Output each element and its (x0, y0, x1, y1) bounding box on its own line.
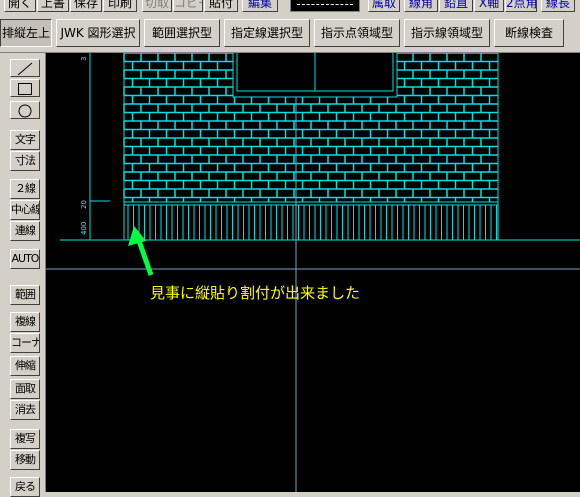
main-toolbar: 開く 上書 保存 印刷 切取 コピー 貼付 編集 属取 線角 鉛直 X軸 2点角… (0, 0, 580, 14)
open-button[interactable]: 開く (4, 0, 36, 12)
line-type-selector[interactable] (290, 0, 360, 12)
dimension-label-3: 3 (80, 56, 88, 61)
copy-button[interactable]: コピー (173, 0, 203, 12)
two-point-angle-button[interactable]: 2点角 (505, 0, 537, 12)
rectangle-icon (18, 83, 32, 95)
left-tool-palette: 文字 寸法 ２線 中心線 連線 AUTO 範囲 複線 コーナー 伸縮 面取 消去… (0, 53, 46, 497)
auto-mode-button[interactable]: AUTO (10, 249, 40, 269)
double-line-tool-button[interactable]: ２線 (10, 179, 40, 199)
stretch-tool-button[interactable]: 伸縮 (10, 356, 40, 376)
jwk-shape-select-button[interactable]: JWK 図形選択 (56, 19, 140, 47)
range-tool-button[interactable]: 範囲 (10, 285, 40, 305)
point-area-type-button[interactable]: 指示点領域型 (314, 19, 400, 47)
dimension-label-400: 400 (80, 221, 88, 235)
dimension-tool-button[interactable]: 寸法 (10, 151, 40, 171)
line-area-type-button[interactable]: 指示線領域型 (404, 19, 490, 47)
text-tool-button[interactable]: 文字 (10, 130, 40, 150)
line-length-button[interactable]: 線長 (541, 0, 575, 12)
line-icon (17, 62, 33, 76)
vertical-tile-band (123, 201, 499, 241)
circle-icon (18, 104, 32, 118)
cut-button[interactable]: 切取 (142, 0, 172, 12)
vertical-button[interactable]: 鉛直 (439, 0, 473, 12)
corner-tool-button[interactable]: コーナー (10, 333, 40, 353)
dashed-line-icon (297, 4, 353, 5)
line-tool-button[interactable] (10, 59, 40, 77)
dimension-label-20: 20 (80, 200, 88, 209)
edit-button[interactable]: 編集 (242, 0, 278, 12)
center-line-tool-button[interactable]: 中心線 (10, 200, 40, 220)
attribute-get-button[interactable]: 属取 (368, 0, 400, 12)
line-angle-button[interactable]: 線角 (404, 0, 438, 12)
cad-drawing (46, 53, 580, 492)
window-frame (232, 53, 398, 98)
pointer-arrow (128, 226, 154, 276)
erase-tool-button[interactable]: 消去 (10, 400, 40, 420)
vertical-left-top-button[interactable]: 排縦左上 (0, 19, 52, 47)
rectangle-tool-button[interactable] (10, 79, 40, 97)
specified-line-select-type-button[interactable]: 指定線選択型 (224, 19, 310, 47)
undo-tool-button[interactable]: 戻る (10, 477, 40, 497)
save-button[interactable]: 保存 (70, 0, 102, 12)
selection-toolbar: 排縦左上 JWK 図形選択 範囲選択型 指定線選択型 指示点領域型 指示線領域型… (0, 15, 580, 53)
overwrite-button[interactable]: 上書 (37, 0, 69, 12)
range-select-type-button[interactable]: 範囲選択型 (144, 19, 220, 47)
paste-button[interactable]: 貼付 (204, 0, 238, 12)
move-tool-button[interactable]: 移動 (10, 450, 40, 470)
break-line-check-button[interactable]: 断線検査 (494, 19, 564, 47)
offset-line-tool-button[interactable]: 複線 (10, 312, 40, 332)
circle-tool-button[interactable] (10, 101, 40, 119)
drawing-canvas[interactable]: 400 20 3 見事に縦貼り割付が出来ました (46, 53, 580, 492)
print-button[interactable]: 印刷 (103, 0, 137, 12)
x-axis-button[interactable]: X軸 (474, 0, 504, 12)
copy-tool-button[interactable]: 複写 (10, 429, 40, 449)
chamfer-tool-button[interactable]: 面取 (10, 379, 40, 399)
annotation-text: 見事に縦貼り割付が出来ました (150, 284, 361, 302)
continuous-line-tool-button[interactable]: 連線 (10, 221, 40, 241)
